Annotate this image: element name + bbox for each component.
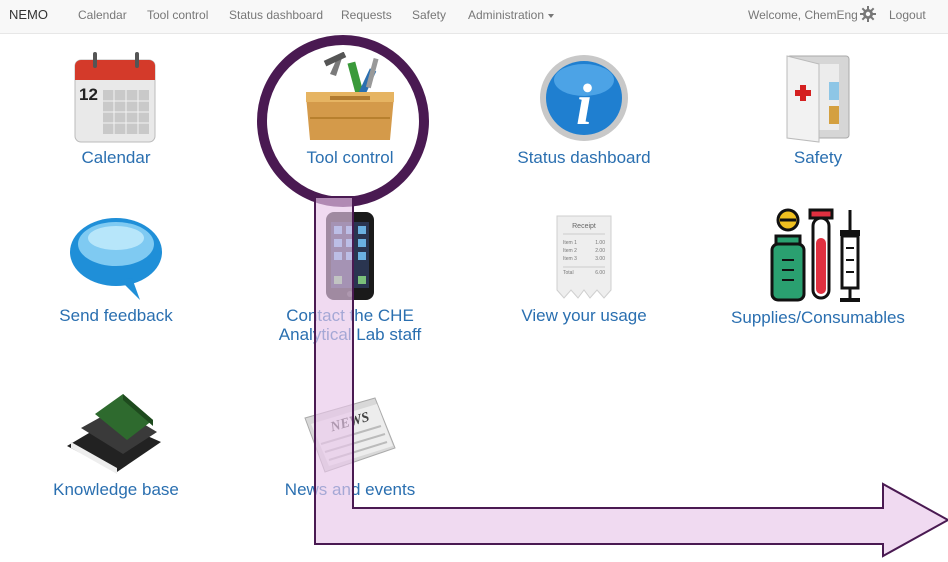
arrow-annotation xyxy=(314,196,948,558)
